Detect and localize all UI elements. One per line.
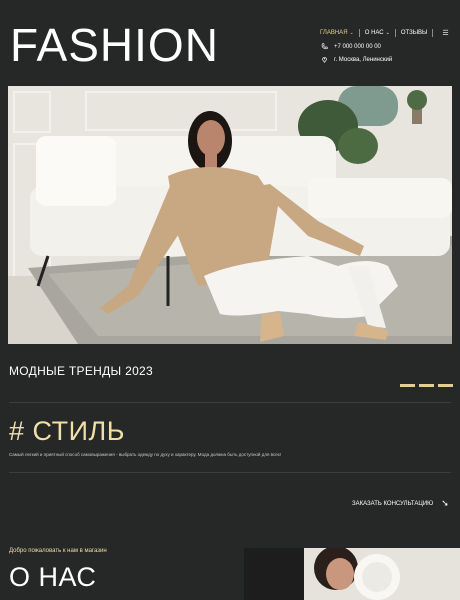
nav-item-label: ГЛАВНАЯ (320, 30, 348, 36)
divider (9, 472, 451, 473)
about-heading: О НАС (9, 562, 97, 592)
main-nav: ГЛАВНАЯ ⌄ О НАС ⌄ ОТЗЫВЫ ☰ (320, 29, 449, 37)
welcome-text: Добро пожаловать к нам в магазин (9, 548, 107, 554)
divider (9, 402, 451, 403)
nav-item-label: О НАС (364, 30, 384, 36)
consultation-button[interactable]: ЗАКАЗАТЬ КОНСУЛЬТАЦИЮ ➘ (352, 499, 449, 508)
nav-item-label: ОТЗЫВЫ (400, 30, 428, 36)
nav-divider (394, 29, 396, 37)
nav-divider (432, 29, 434, 37)
hero-image (8, 86, 452, 344)
nav-item-home[interactable]: ГЛАВНАЯ ⌄ (320, 30, 354, 36)
slide-dot[interactable] (419, 384, 434, 387)
consultation-label: ЗАКАЗАТЬ КОНСУЛЬТАЦИЮ (352, 500, 434, 507)
arrow-down-right-icon: ➘ (441, 498, 449, 508)
trends-heading: МОДНЫЕ ТРЕНДЫ 2023 (9, 364, 154, 378)
style-description: Самый легкий и приятный способ самовыраж… (9, 452, 282, 457)
phone-number: +7 000 000 00 00 (334, 43, 381, 50)
phone-contact[interactable]: +7 000 000 00 00 (321, 43, 381, 50)
style-heading: # СТИЛЬ (9, 416, 125, 446)
phone-icon (321, 43, 328, 50)
nav-item-about[interactable]: О НАС ⌄ (365, 30, 390, 36)
model-photo (8, 86, 452, 344)
slide-dot[interactable] (400, 384, 415, 387)
address-contact[interactable]: г. Москва, Ленинский (321, 56, 392, 63)
nav-divider (358, 29, 360, 37)
chevron-down-icon: ⌄ (385, 30, 390, 36)
slide-dot[interactable] (438, 384, 453, 387)
nav-item-reviews[interactable]: ОТЗЫВЫ (401, 30, 428, 36)
location-icon (322, 57, 327, 63)
slider-indicator[interactable] (400, 384, 453, 387)
chevron-down-icon: ⌄ (349, 30, 354, 36)
about-image (244, 548, 460, 600)
address-text: г. Москва, Ленинский (334, 56, 393, 63)
hamburger-icon[interactable]: ☰ (442, 29, 448, 37)
brand-logo[interactable]: FASHION (10, 22, 219, 68)
store-photo (244, 548, 460, 600)
